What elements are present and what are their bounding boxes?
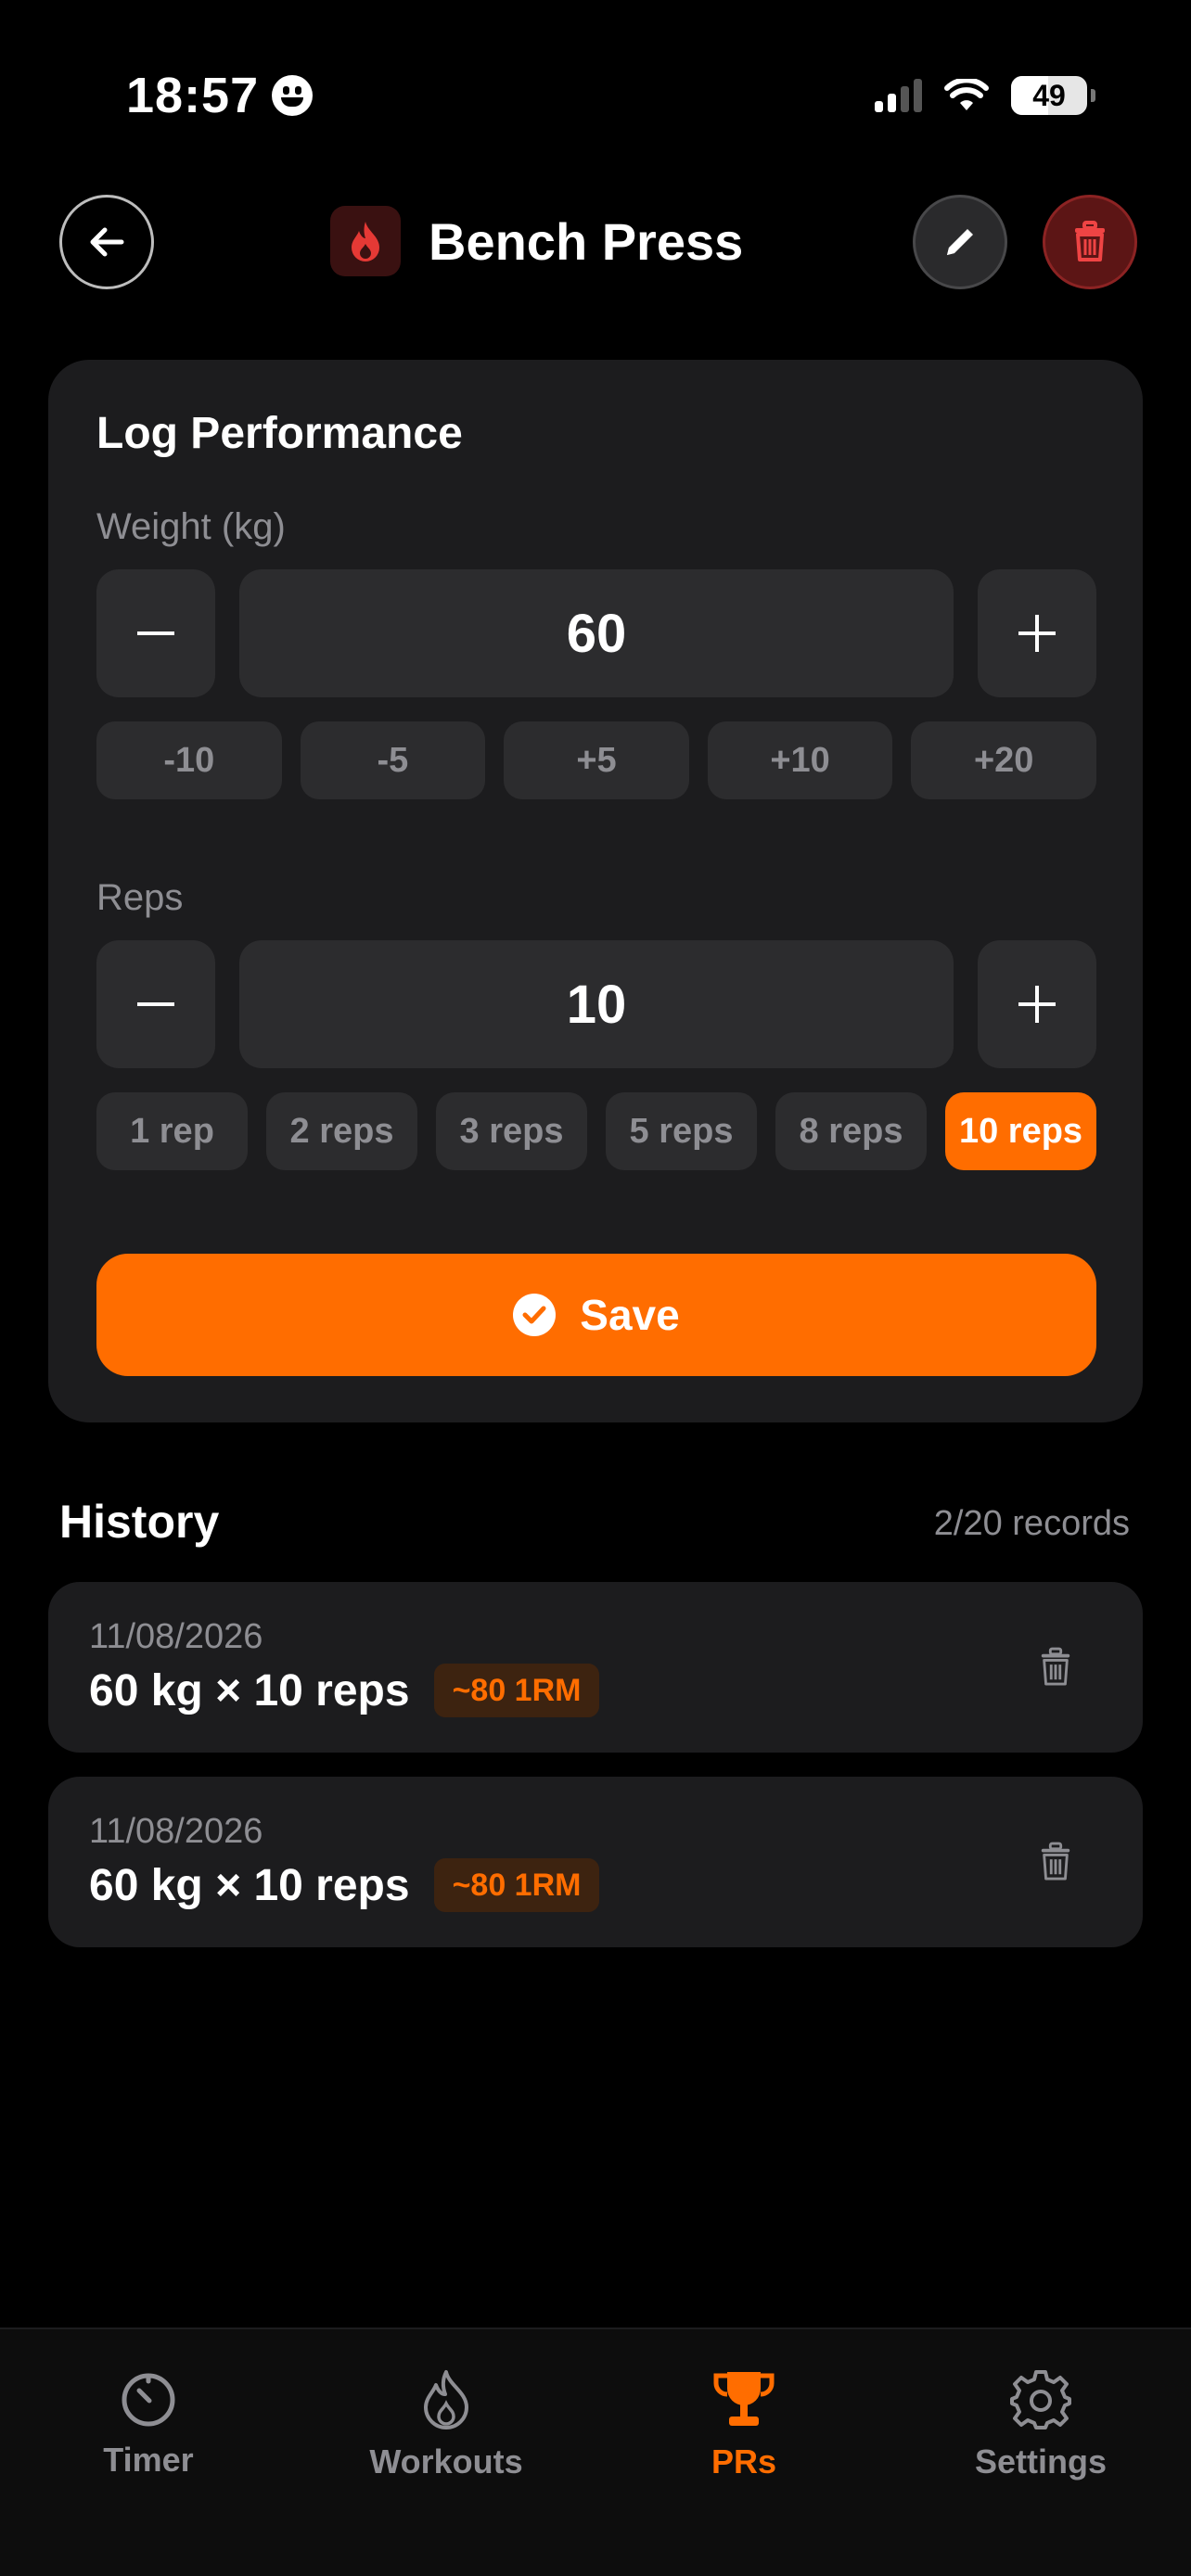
- card-title: Log Performance: [96, 409, 463, 458]
- save-button-label: Save: [580, 1291, 680, 1339]
- arrow-left-icon: [90, 227, 124, 257]
- weight-chip[interactable]: +10: [707, 721, 893, 799]
- plus-icon: [1018, 986, 1056, 1023]
- tab-workouts[interactable]: Workouts: [344, 2368, 548, 2481]
- reps-quick-select: 1 rep 2 reps 3 reps 5 reps 8 reps 10 rep…: [96, 1092, 1096, 1170]
- record-main: 60 kg × 10 reps ~80 1RM: [89, 1858, 600, 1912]
- record-main: 60 kg × 10 reps ~80 1RM: [89, 1664, 600, 1717]
- weight-chip[interactable]: -5: [300, 721, 486, 799]
- page-title: Bench Press: [429, 211, 744, 271]
- history-count: 2/20 records: [933, 1504, 1130, 1543]
- one-rm-badge: ~80 1RM: [433, 1664, 600, 1717]
- tab-settings[interactable]: Settings: [939, 2368, 1143, 2481]
- checkmark-circle-icon: [513, 1294, 557, 1336]
- tab-label: Timer: [103, 2441, 194, 2479]
- record-value: 60 kg × 10 reps: [89, 1860, 410, 1910]
- delete-record-button[interactable]: [1030, 1641, 1082, 1693]
- one-rm-badge: ~80 1RM: [433, 1858, 600, 1912]
- tab-label: Workouts: [369, 2442, 523, 2480]
- weight-stepper: 60: [96, 569, 1096, 697]
- status-time-text: 18:57: [126, 68, 260, 123]
- flame-icon: [424, 2370, 468, 2429]
- reps-increment-button[interactable]: [978, 940, 1096, 1068]
- top-bar: Bench Press: [0, 193, 1191, 291]
- reps-chip[interactable]: 10 reps: [945, 1092, 1096, 1170]
- smiley-icon: [272, 75, 314, 116]
- weight-increment-button[interactable]: [978, 569, 1096, 697]
- edit-button[interactable]: [913, 195, 1007, 289]
- record-date: 11/08/2026: [89, 1617, 263, 1656]
- reps-label: Reps: [96, 877, 184, 918]
- reps-chip[interactable]: 5 reps: [606, 1092, 757, 1170]
- tab-label: Settings: [974, 2442, 1107, 2480]
- delete-record-button[interactable]: [1030, 1836, 1082, 1888]
- weight-label: Weight (kg): [96, 506, 286, 547]
- trophy-icon: [713, 2372, 775, 2426]
- wifi-icon: [944, 79, 989, 110]
- tab-label: PRs: [711, 2442, 777, 2480]
- cellular-signal-icon: [875, 79, 922, 112]
- minus-icon: [137, 631, 174, 635]
- reps-decrement-button[interactable]: [96, 940, 215, 1068]
- history-record: 11/08/2026 60 kg × 10 reps ~80 1RM: [48, 1777, 1143, 1947]
- timer-icon: [122, 2373, 175, 2427]
- reps-stepper: 10: [96, 940, 1096, 1068]
- pencil-icon: [947, 229, 973, 255]
- trash-icon: [1041, 1842, 1070, 1881]
- log-performance-card: Log Performance Weight (kg) 60 -10 -5 +5…: [48, 360, 1143, 1422]
- minus-icon: [137, 1002, 174, 1006]
- weight-value[interactable]: 60: [239, 569, 954, 697]
- trash-icon: [1041, 1647, 1070, 1686]
- record-date: 11/08/2026: [89, 1812, 263, 1851]
- weight-chip[interactable]: +5: [504, 721, 689, 799]
- tab-timer[interactable]: Timer: [46, 2368, 250, 2480]
- weight-chip[interactable]: -10: [96, 721, 282, 799]
- status-bar: 18:57 49: [0, 0, 1191, 185]
- status-time: 18:57: [126, 67, 314, 124]
- history-record: 11/08/2026 60 kg × 10 reps ~80 1RM: [48, 1582, 1143, 1753]
- reps-chip[interactable]: 1 rep: [96, 1092, 248, 1170]
- history-title: History: [59, 1496, 220, 1548]
- tab-bar: Timer Workouts PRs Settings: [0, 2327, 1191, 2576]
- weight-chip[interactable]: +20: [911, 721, 1096, 799]
- battery-icon: 49: [1011, 76, 1095, 115]
- reps-value[interactable]: 10: [239, 940, 954, 1068]
- flame-icon: [352, 222, 379, 261]
- reps-chip[interactable]: 3 reps: [436, 1092, 587, 1170]
- battery-percent: 49: [1032, 78, 1066, 112]
- tab-prs[interactable]: PRs: [642, 2368, 846, 2481]
- delete-exercise-button[interactable]: [1043, 195, 1137, 289]
- save-button[interactable]: Save: [96, 1254, 1096, 1376]
- weight-quick-adjust: -10 -5 +5 +10 +20: [96, 721, 1096, 799]
- exercise-icon: [330, 206, 401, 276]
- back-button[interactable]: [59, 195, 154, 289]
- reps-chip[interactable]: 2 reps: [266, 1092, 417, 1170]
- status-icons: 49: [875, 76, 1095, 115]
- page-title-group: Bench Press: [330, 206, 743, 276]
- plus-icon: [1018, 615, 1056, 652]
- reps-chip[interactable]: 8 reps: [775, 1092, 927, 1170]
- trash-icon: [1075, 221, 1105, 261]
- gear-icon: [1010, 2370, 1071, 2429]
- weight-decrement-button[interactable]: [96, 569, 215, 697]
- record-value: 60 kg × 10 reps: [89, 1665, 410, 1715]
